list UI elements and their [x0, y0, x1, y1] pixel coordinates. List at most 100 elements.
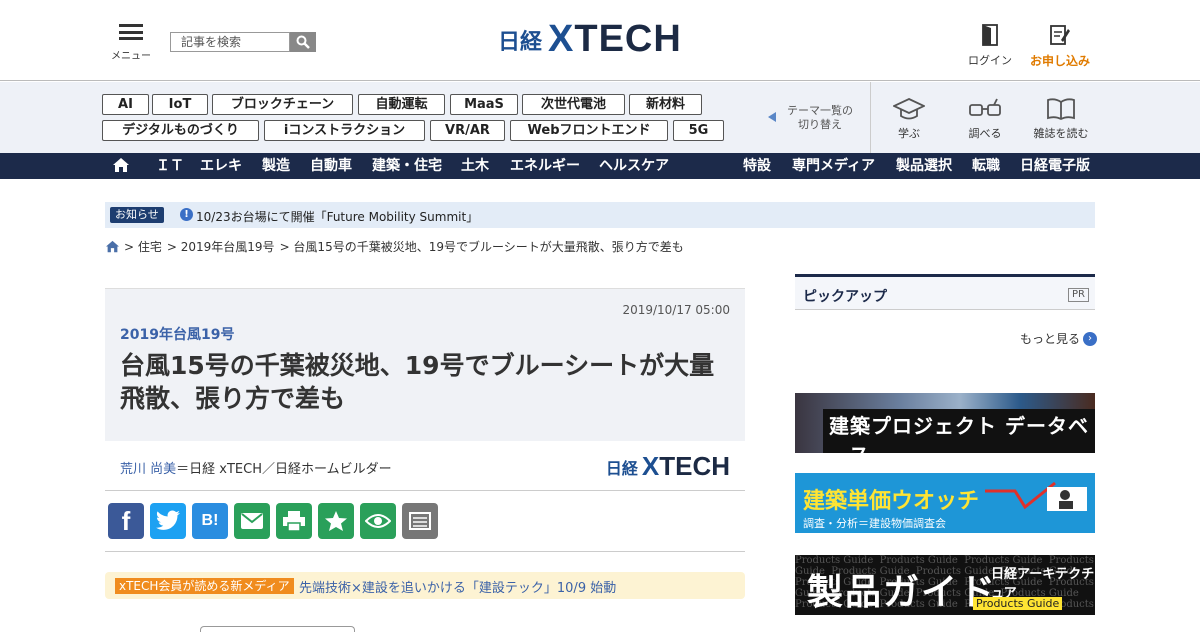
home-icon[interactable]: [105, 240, 120, 253]
divider: [870, 82, 871, 153]
theme-switch-button[interactable]: テーマ一覧の 切り替え: [768, 104, 858, 132]
nav-item[interactable]: 特設: [743, 153, 771, 179]
nav-item[interactable]: ヘルスケア: [599, 153, 669, 179]
twitter-bird-icon: [156, 510, 180, 530]
login-button[interactable]: ログイン: [968, 24, 1012, 68]
theme-tag[interactable]: MaaS: [450, 94, 518, 115]
nav-item[interactable]: 専門メディア: [792, 153, 875, 179]
facebook-share-button[interactable]: f: [108, 503, 144, 539]
search-icon: [296, 35, 310, 49]
site-logo[interactable]: 日経 XTECH: [498, 18, 682, 61]
book-icon: [1047, 98, 1075, 121]
article-date: 2019/10/17 05:00: [622, 303, 730, 317]
logo-nikkei: 日経: [498, 29, 543, 55]
watch-button[interactable]: [360, 503, 396, 539]
research-button[interactable]: 調べる: [950, 97, 1020, 141]
next-element-stub: [200, 626, 355, 632]
banner-products-guide[interactable]: Products Guide Products Guide Products G…: [795, 555, 1095, 615]
pickup-label: ピックアップ: [803, 289, 887, 305]
theme-tag[interactable]: AI: [102, 94, 149, 115]
hatena-icon: B!: [201, 512, 219, 529]
promo-link[interactable]: 先端技術×建設を追いかける「建設テック」10/9 始動: [299, 577, 616, 596]
nav-item[interactable]: 土木: [461, 153, 489, 179]
print-button[interactable]: [276, 503, 312, 539]
theme-tag[interactable]: IoT: [152, 94, 208, 115]
nav-item[interactable]: ＩＴ: [156, 153, 184, 179]
theme-bar: [0, 82, 1200, 153]
author-info: 荒川 尚美＝日経 xTECH／日経ホームビルダー: [120, 458, 392, 477]
nav-item[interactable]: 転職: [972, 153, 1000, 179]
theme-switch-label-2: 切り替え: [798, 118, 842, 131]
logo-xtech: XTECH: [548, 18, 682, 60]
promo-badge: xTECH会員が読める新メディア: [115, 578, 294, 594]
theme-tag[interactable]: Webフロントエンド: [510, 120, 668, 141]
chevron-right-icon: ›: [1083, 331, 1098, 346]
article-series[interactable]: 2019年台風19号: [120, 324, 234, 344]
author-row: 荒川 尚美＝日経 xTECH／日経ホームビルダー 日経 XTECH: [105, 441, 745, 491]
more-link[interactable]: もっと見る ›: [1020, 330, 1098, 347]
theme-tag[interactable]: 新材料: [629, 94, 702, 115]
favorite-button[interactable]: [318, 503, 354, 539]
glasses-icon: [969, 98, 1001, 116]
exclamation-icon: !: [180, 208, 193, 221]
theme-tag[interactable]: iコンストラクション: [264, 120, 425, 141]
site-header: メニュー 日経 XTECH ログイン お申し込み: [0, 0, 1200, 81]
logo-xtech: XTECH: [641, 451, 730, 481]
promo-bar[interactable]: xTECH会員が読める新メディア 先端技術×建設を追いかける「建設テック」10/…: [105, 572, 745, 599]
notice-bar[interactable]: お知らせ ! 10/23お台場にて開催「Future Mobility Summ…: [105, 202, 1095, 228]
notice-badge: お知らせ: [110, 207, 164, 223]
nav-home[interactable]: [112, 153, 130, 182]
theme-tag[interactable]: ブロックチェーン: [212, 94, 353, 115]
nav-item[interactable]: 製造: [262, 153, 290, 179]
theme-tag[interactable]: デジタルものづくり: [102, 120, 259, 141]
nav-item[interactable]: 日経電子版: [1020, 153, 1090, 179]
note-button[interactable]: [402, 503, 438, 539]
graduation-cap-icon: [893, 98, 925, 120]
breadcrumb-item[interactable]: > 住宅: [124, 238, 162, 255]
learn-button[interactable]: 学ぶ: [874, 97, 944, 141]
home-icon: [113, 158, 129, 172]
star-icon: [325, 511, 347, 531]
nav-item[interactable]: 自動車: [310, 153, 352, 179]
breadcrumb-item[interactable]: > 2019年台風19号: [167, 238, 275, 255]
category-nav: ＩＴ エレキ 製造 自動車 建築・住宅 土木 エネルギー ヘルスケア 特設 専門メディア 製品選択…: [0, 153, 1200, 179]
hatena-bookmark-button[interactable]: B!: [192, 503, 228, 539]
menu-button[interactable]: メニュー: [110, 24, 152, 62]
theme-tag[interactable]: 自動運転: [358, 94, 445, 115]
nav-item[interactable]: 製品選択: [896, 153, 952, 179]
nav-item[interactable]: エネルギー: [510, 153, 580, 179]
search-button[interactable]: [290, 32, 316, 52]
pr-badge: PR: [1068, 288, 1089, 302]
search-input[interactable]: [170, 32, 290, 52]
banner2-title: 建築単価ウオッチ: [803, 489, 980, 514]
nav-item[interactable]: エレキ: [200, 153, 242, 179]
banner3-subtitle: Products Guide: [973, 597, 1063, 610]
notice-text[interactable]: 10/23お台場にて開催「Future Mobility Summit」: [196, 208, 478, 225]
twitter-share-button[interactable]: [150, 503, 186, 539]
chart-arrow-icon: [985, 481, 1087, 511]
theme-tag[interactable]: 次世代電池: [522, 94, 625, 115]
article-title: 台風15号の千葉被災地、19号でブルーシートが大量飛散、張り方で差も: [120, 351, 715, 413]
notepad-icon: [409, 512, 431, 530]
pickup-header: ピックアップ PR: [795, 274, 1095, 310]
magazine-button[interactable]: 雑誌を読む: [1026, 97, 1096, 141]
signup-form-icon: [1050, 25, 1070, 45]
banner3-title: 製品ガイド: [807, 572, 998, 613]
theme-tag[interactable]: 5G: [673, 120, 724, 141]
mail-share-button[interactable]: [234, 503, 270, 539]
magazine-label: 雑誌を読む: [1033, 127, 1089, 140]
theme-tag[interactable]: VR/AR: [430, 120, 505, 141]
divider: [105, 551, 745, 552]
breadcrumb: > 住宅 > 2019年台風19号 > 台風15号の千葉被災地、19号でブルーシ…: [105, 238, 684, 255]
author-name[interactable]: 荒川 尚美: [120, 462, 176, 477]
banner-price-watch[interactable]: 建築単価ウオッチ 調査・分析＝建設物価調査会: [795, 473, 1095, 533]
search-form: [170, 32, 316, 52]
login-door-icon: [982, 24, 998, 46]
signup-button[interactable]: お申し込み: [1028, 24, 1092, 69]
nav-item[interactable]: 建築・住宅: [372, 153, 442, 179]
menu-label: メニュー: [111, 51, 151, 62]
article-logo: 日経 XTECH: [606, 451, 730, 482]
banner-project-database[interactable]: 建築プロジェクト データベース: [795, 393, 1095, 453]
hamburger-icon: [119, 24, 143, 40]
breadcrumb-current: > 台風15号の千葉被災地、19号でブルーシートが大量飛散、張り方で差も: [279, 240, 684, 254]
